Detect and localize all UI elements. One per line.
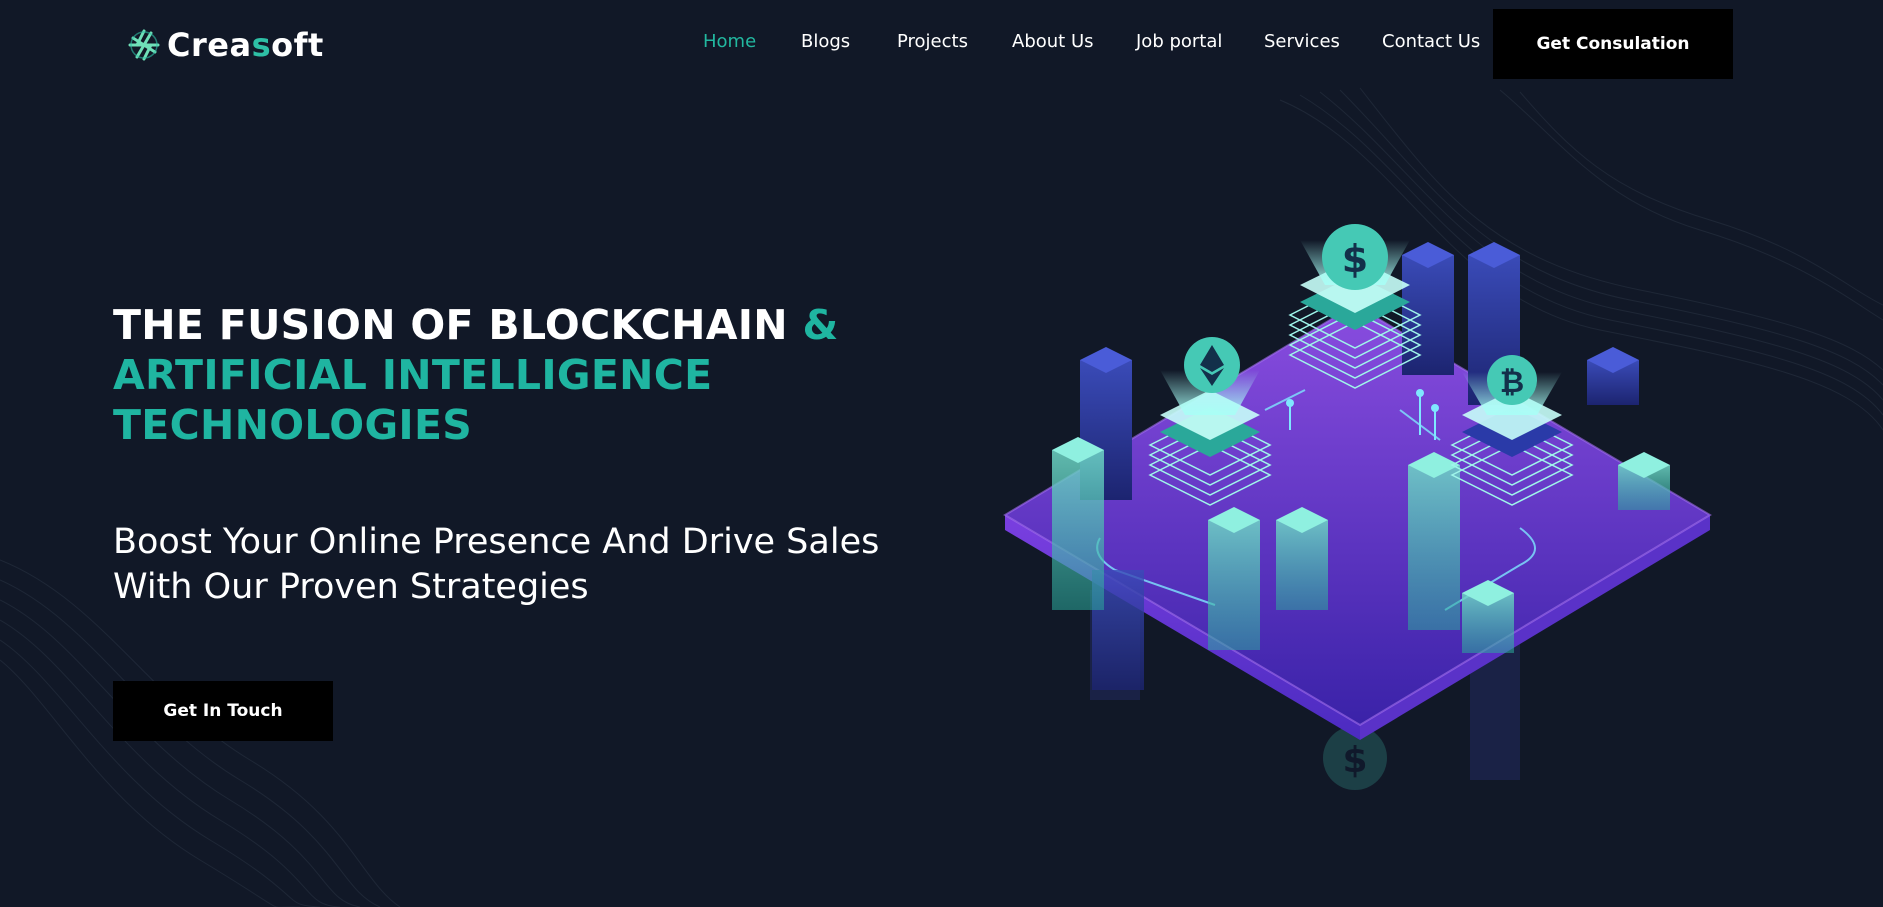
dollar-icon: $: [1342, 237, 1368, 281]
nav-item-job-portal[interactable]: Job portal: [1136, 31, 1222, 52]
hero-title-line-1: THE FUSION OF BLOCKCHAIN: [113, 301, 788, 349]
bitcoin-icon: ₿: [1500, 365, 1524, 400]
hero-subtitle-line-2: With Our Proven Strategies: [113, 567, 589, 607]
coin-dollar-reflection: $: [1342, 740, 1367, 781]
site-header: Creasoft Home Blogs Projects About Us Jo…: [0, 0, 1883, 88]
nav-item-contact-us[interactable]: Contact Us: [1382, 31, 1480, 52]
blockchain-isometric-illustration: $ $ ₿: [1003, 224, 1712, 790]
hero-title-ampersand: &: [802, 301, 839, 349]
brand-logo[interactable]: Creasoft: [127, 24, 324, 66]
get-in-touch-button[interactable]: Get In Touch: [113, 681, 333, 741]
hero-title: THE FUSION OF BLOCKCHAIN & ARTIFICIAL IN…: [113, 300, 839, 450]
nav-item-projects[interactable]: Projects: [897, 31, 968, 52]
nav-item-blogs[interactable]: Blogs: [801, 31, 850, 52]
hero-subtitle: Boost Your Online Presence And Drive Sal…: [113, 520, 913, 610]
hero-title-line-2: ARTIFICIAL INTELLIGENCE: [113, 351, 713, 399]
hero-title-line-3: TECHNOLOGIES: [113, 401, 473, 449]
hero-subtitle-line-1: Boost Your Online Presence And Drive Sal…: [113, 522, 880, 562]
logo-swirl-icon: [128, 29, 160, 61]
nav-item-services[interactable]: Services: [1264, 31, 1340, 52]
nav-item-about-us[interactable]: About Us: [1012, 31, 1094, 52]
get-consultation-button[interactable]: Get Consulation: [1493, 9, 1733, 79]
brand-name: Creasoft: [167, 26, 324, 64]
nav-item-home[interactable]: Home: [703, 31, 756, 52]
